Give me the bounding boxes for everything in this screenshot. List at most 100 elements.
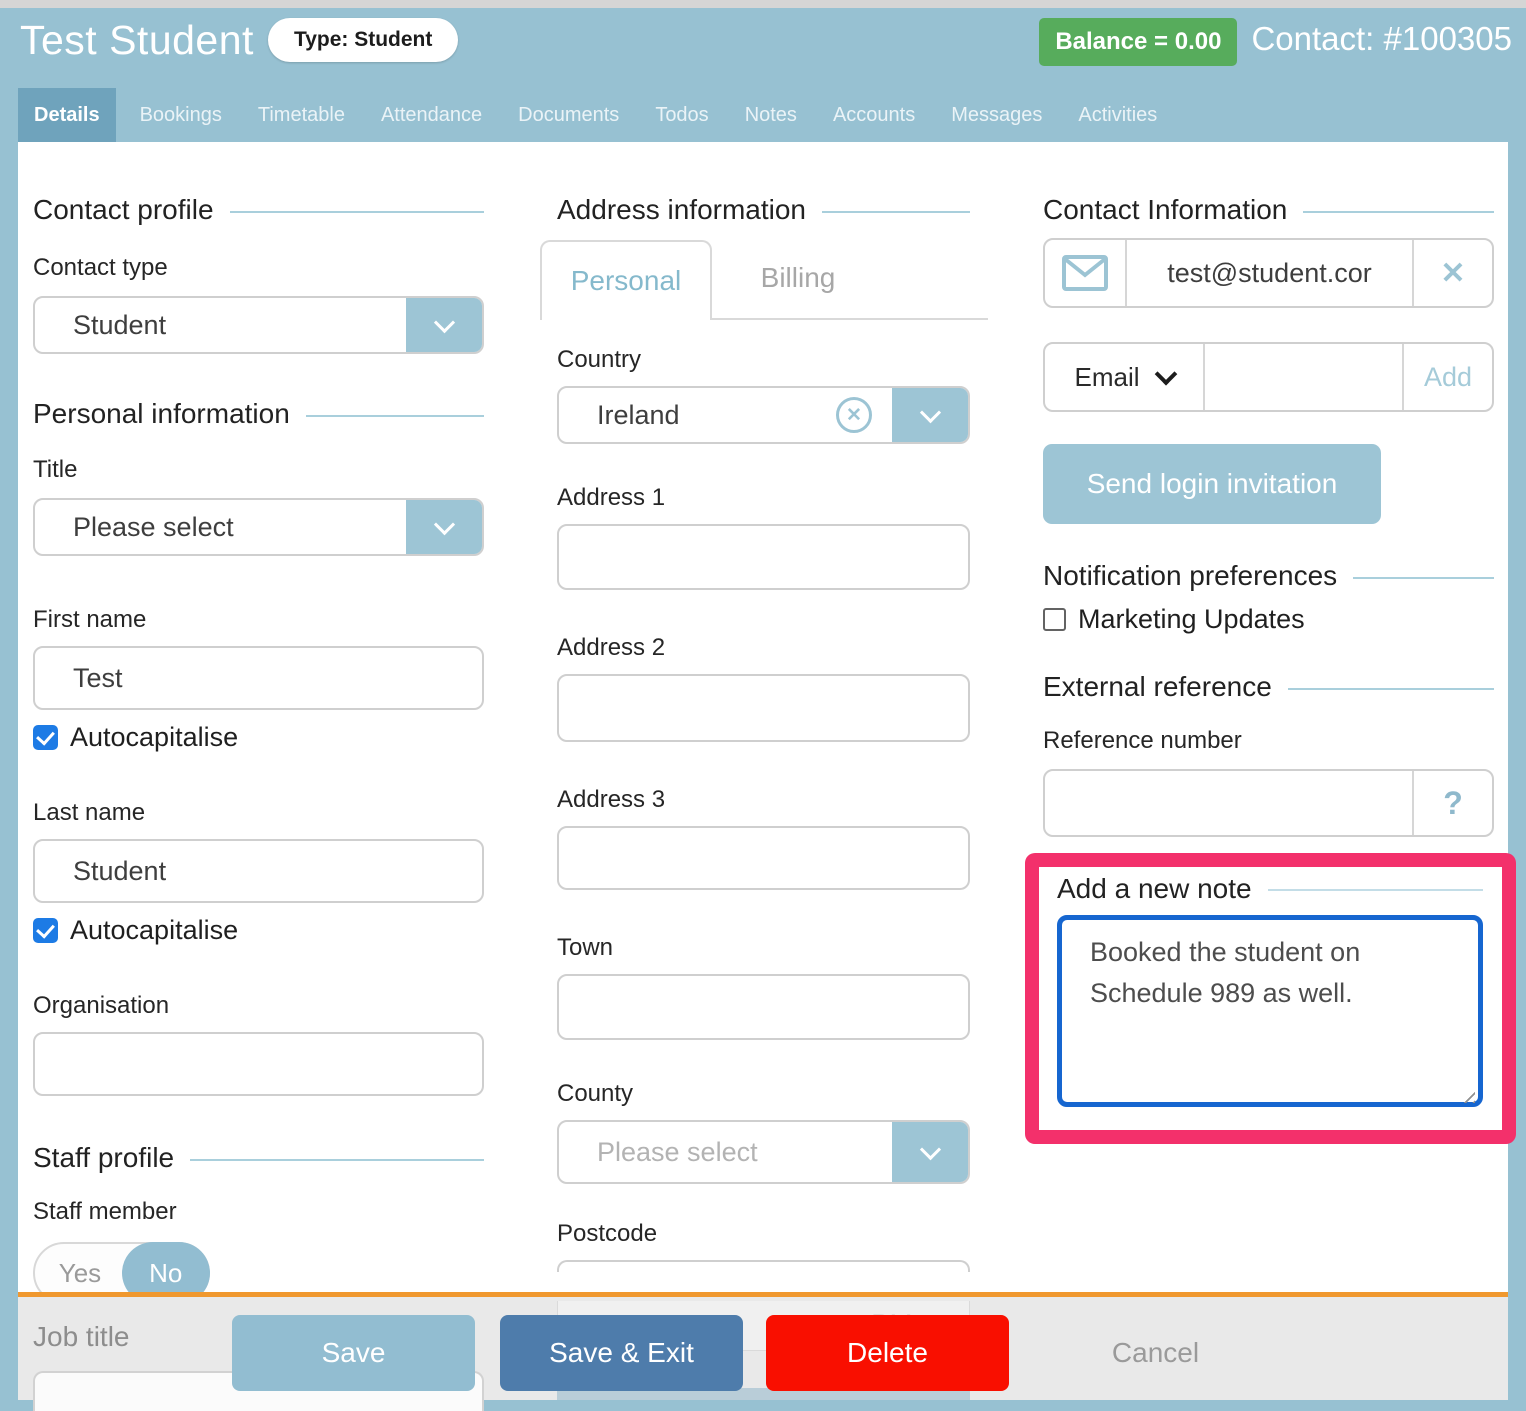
contact-id: Contact: #100305 [1251, 20, 1512, 58]
tab-attendance[interactable]: Attendance [369, 88, 494, 142]
checked-checkbox-icon[interactable] [33, 725, 58, 750]
chevron-down-icon [433, 312, 454, 333]
tab-documents[interactable]: Documents [506, 88, 631, 142]
cancel-button[interactable]: Cancel [1034, 1315, 1277, 1391]
staff-profile-heading: Staff profile [33, 1142, 484, 1174]
add-note-highlight-box: Add a new note Booked the student on Sch… [1025, 853, 1516, 1144]
heading-divider [1303, 211, 1494, 213]
contact-type-label: Contact type [33, 254, 484, 282]
chevron-down-icon [433, 514, 454, 535]
address3-field[interactable] [557, 826, 970, 890]
save-and-exit-button[interactable]: Save & Exit [500, 1315, 743, 1391]
tab-notes[interactable]: Notes [733, 88, 809, 142]
country-select[interactable]: Ireland ✕ [557, 386, 970, 444]
help-icon[interactable]: ? [1414, 771, 1492, 835]
autocapitalise-label: Autocapitalise [70, 722, 238, 753]
tab-personal-address[interactable]: Personal [540, 240, 712, 320]
heading-divider [1353, 577, 1494, 579]
county-placeholder: Please select [559, 1122, 892, 1182]
checked-checkbox-icon[interactable] [33, 918, 58, 943]
external-reference-heading: External reference [1043, 671, 1494, 703]
tab-todos[interactable]: Todos [643, 88, 720, 142]
title-dropdown-button[interactable] [406, 500, 482, 554]
external-reference-heading-text: External reference [1043, 671, 1272, 703]
title-value: Please select [35, 500, 406, 554]
new-contact-method-field[interactable] [1205, 344, 1402, 410]
contact-profile-heading: Contact profile [33, 194, 484, 226]
tab-activities[interactable]: Activities [1066, 88, 1169, 142]
add-note-heading: Add a new note [1057, 873, 1483, 905]
new-note-textarea[interactable]: Booked the student on Schedule 989 as we… [1057, 915, 1483, 1107]
tab-messages[interactable]: Messages [939, 88, 1054, 142]
heading-divider [190, 1159, 484, 1161]
title-select[interactable]: Please select [33, 498, 484, 556]
balance-badge: Balance = 0.00 [1039, 18, 1237, 66]
last-name-autocapitalise[interactable]: Autocapitalise [33, 915, 484, 946]
contact-type-select[interactable]: Student [33, 296, 484, 354]
unchecked-checkbox-icon[interactable] [1043, 608, 1066, 631]
personal-information-heading: Personal information [33, 398, 484, 430]
save-button[interactable]: Save [232, 1315, 475, 1391]
first-name-label: First name [33, 606, 484, 634]
add-contact-method-button[interactable]: Add [1404, 344, 1492, 410]
heading-divider [306, 415, 484, 417]
contact-method-select[interactable]: Email [1045, 344, 1203, 410]
personal-information-heading-text: Personal information [33, 398, 290, 430]
organisation-label: Organisation [33, 992, 484, 1020]
chevron-down-icon [919, 402, 940, 423]
address1-field[interactable] [557, 524, 970, 590]
first-name-autocapitalise[interactable]: Autocapitalise [33, 722, 484, 753]
address-tabs: Personal Billing [540, 240, 988, 320]
postcode-field[interactable] [557, 1260, 970, 1272]
last-name-label: Last name [33, 799, 484, 827]
country-dropdown-button[interactable] [892, 388, 968, 442]
tab-billing-address[interactable]: Billing [712, 238, 884, 318]
chevron-down-icon [1154, 363, 1177, 386]
town-field[interactable] [557, 974, 970, 1040]
marketing-updates-option[interactable]: Marketing Updates [1043, 604, 1494, 635]
country-label: Country [557, 346, 970, 374]
organisation-field[interactable] [33, 1032, 484, 1096]
last-name-field[interactable] [33, 839, 484, 903]
address2-field[interactable] [557, 674, 970, 742]
county-dropdown-button[interactable] [892, 1122, 968, 1182]
primary-email-row: test@student.cor ✕ [1043, 238, 1494, 308]
send-login-invitation-button[interactable]: Send login invitation [1043, 444, 1381, 524]
title-label: Title [33, 456, 484, 484]
town-label: Town [557, 934, 970, 962]
clear-country-icon[interactable]: ✕ [836, 397, 872, 433]
reference-number-row: ? [1043, 769, 1494, 837]
remove-email-button[interactable]: ✕ [1414, 240, 1492, 306]
action-bar: Job title BY Save Save & Exit Delete Can… [18, 1292, 1508, 1400]
autocapitalise-label: Autocapitalise [70, 915, 238, 946]
notification-preferences-heading: Notification preferences [1043, 560, 1494, 592]
contact-information-heading: Contact Information [1043, 194, 1494, 226]
chevron-down-icon [919, 1139, 940, 1160]
county-label: County [557, 1080, 970, 1108]
first-name-field[interactable] [33, 646, 484, 710]
page-header: Test Student Type: Student Balance = 0.0… [0, 8, 1526, 142]
page-title: Test Student [20, 16, 254, 64]
tab-timetable[interactable]: Timetable [246, 88, 357, 142]
tab-details[interactable]: Details [18, 88, 116, 142]
delete-button[interactable]: Delete [766, 1315, 1009, 1391]
tab-accounts[interactable]: Accounts [821, 88, 927, 142]
contact-information-heading-text: Contact Information [1043, 194, 1287, 226]
contact-method-value: Email [1074, 362, 1139, 393]
contact-type-dropdown-button[interactable] [406, 298, 482, 352]
heading-divider [1268, 889, 1483, 891]
add-note-heading-text: Add a new note [1057, 873, 1252, 905]
contact-type-value: Student [35, 298, 406, 352]
contact-type-badge: Type: Student [268, 18, 458, 62]
reference-number-field[interactable] [1045, 771, 1412, 835]
details-panel: Contact profile Contact type Student Per… [18, 142, 1508, 1400]
country-value: Ireland [559, 388, 836, 442]
postcode-label: Postcode [557, 1220, 970, 1248]
job-title-label: Job title [33, 1321, 130, 1353]
marketing-updates-label: Marketing Updates [1078, 604, 1305, 635]
main-tabbar: Details Bookings Timetable Attendance Do… [18, 88, 1181, 142]
county-select[interactable]: Please select [557, 1120, 970, 1184]
address-information-heading-text: Address information [557, 194, 806, 226]
address1-label: Address 1 [557, 484, 970, 512]
tab-bookings[interactable]: Bookings [128, 88, 234, 142]
